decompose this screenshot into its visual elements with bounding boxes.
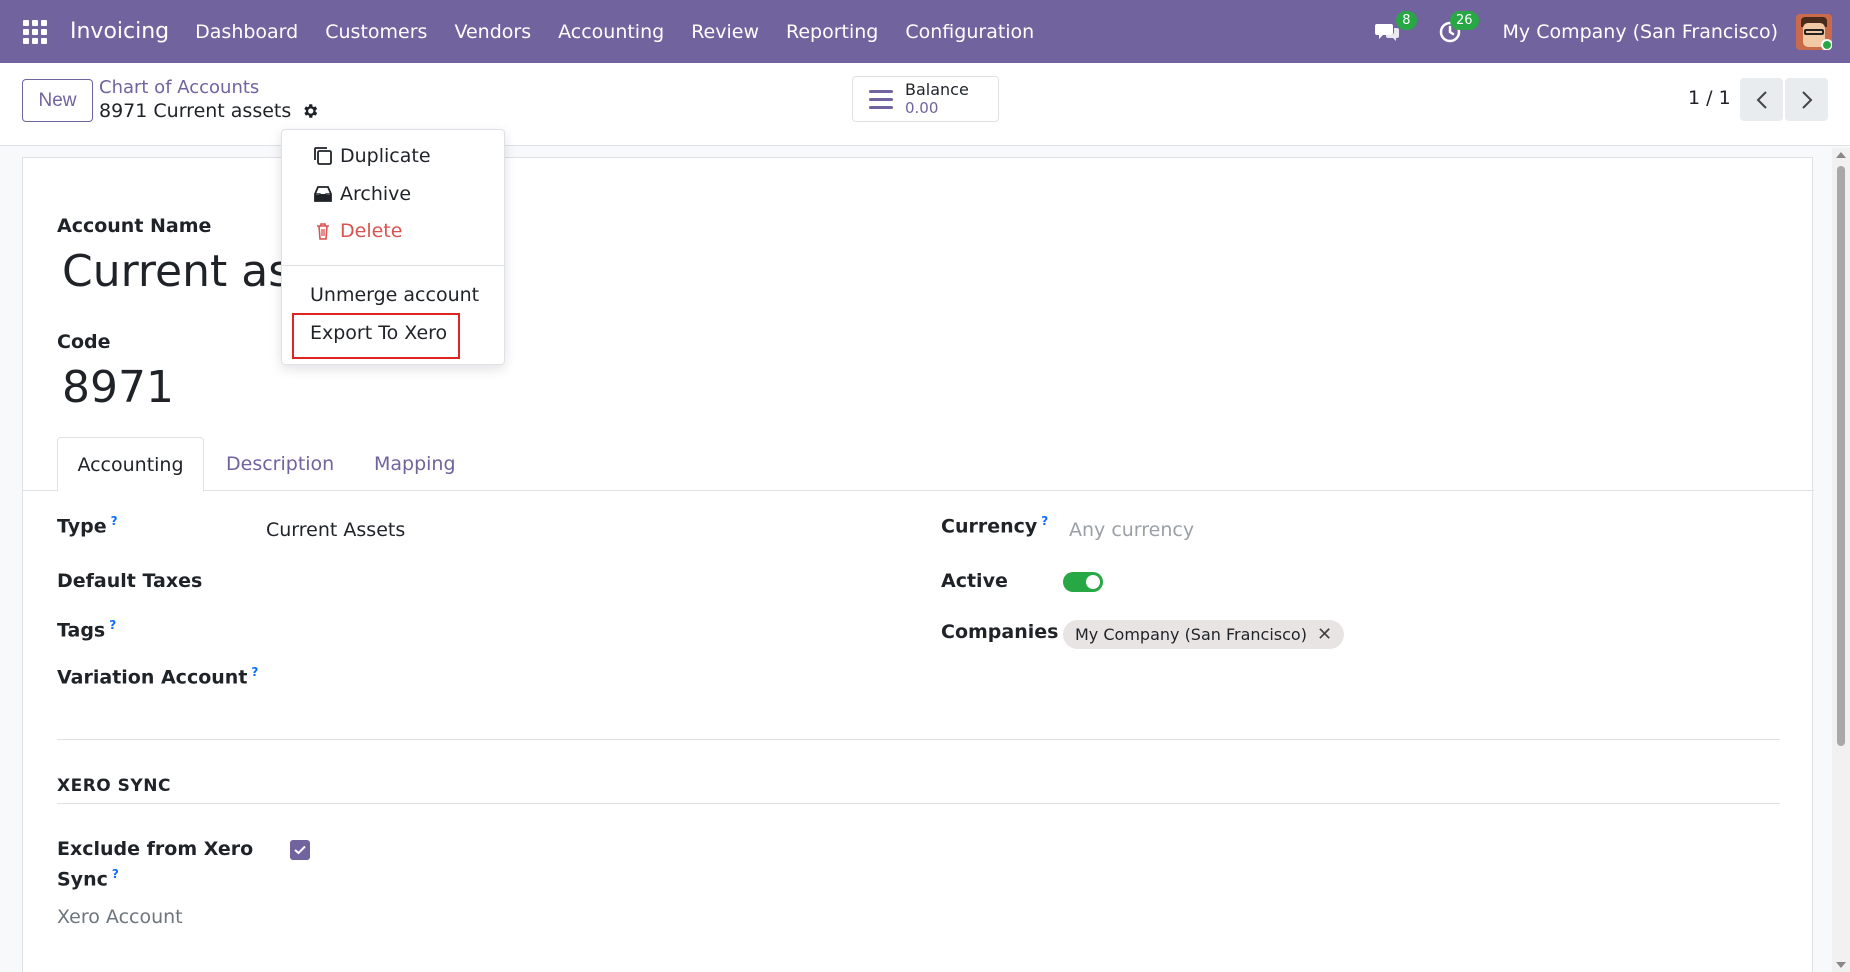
xero-sync-section-title: XERO SYNC bbox=[57, 776, 171, 796]
menu-customers[interactable]: Customers bbox=[325, 21, 427, 43]
checkmark-icon bbox=[294, 845, 306, 855]
companies-label: Companies bbox=[941, 621, 1059, 643]
code-input[interactable]: 8971 bbox=[62, 362, 174, 413]
variation-account-help-icon[interactable]: ? bbox=[251, 665, 258, 679]
exclude-xero-label-line2: Sync? bbox=[57, 867, 119, 891]
balance-label: Balance bbox=[905, 80, 969, 99]
tab-description[interactable]: Description bbox=[226, 437, 334, 491]
type-select[interactable]: Current Assets bbox=[266, 519, 405, 541]
breadcrumb: Chart of Accounts 8971 Current assets bbox=[99, 77, 319, 123]
tags-label: Tags? bbox=[57, 618, 117, 642]
balance-smart-button[interactable]: Balance 0.00 bbox=[852, 76, 999, 122]
remove-tag-icon[interactable]: ✕ bbox=[1317, 624, 1332, 645]
account-name-input[interactable]: Current ass bbox=[62, 246, 314, 297]
company-switcher[interactable]: My Company (San Francisco) bbox=[1503, 21, 1778, 43]
copy-icon bbox=[314, 147, 332, 165]
form-tabs: Accounting Description Mapping bbox=[23, 437, 1814, 492]
scrollbar-thumb[interactable] bbox=[1837, 166, 1845, 746]
currency-label: Currency? bbox=[941, 514, 1049, 538]
balance-value: 0.00 bbox=[905, 99, 939, 117]
duplicate-label: Duplicate bbox=[340, 145, 431, 167]
account-name-label: Account Name bbox=[57, 215, 212, 237]
menu-dashboard[interactable]: Dashboard bbox=[195, 21, 298, 43]
exclude-xero-checkbox[interactable] bbox=[290, 840, 310, 860]
export-highlight-box bbox=[292, 313, 460, 359]
scroll-up-arrow-icon[interactable] bbox=[1836, 152, 1846, 158]
pager-value[interactable]: 1 / 1 bbox=[1688, 87, 1731, 109]
active-toggle[interactable] bbox=[1063, 572, 1103, 592]
type-help-icon[interactable]: ? bbox=[111, 514, 118, 528]
gear-icon[interactable] bbox=[301, 102, 319, 120]
divider bbox=[57, 739, 1780, 740]
divider bbox=[57, 803, 1780, 804]
archive-icon bbox=[314, 186, 332, 202]
list-icon bbox=[869, 89, 893, 109]
menu-accounting[interactable]: Accounting bbox=[558, 21, 664, 43]
menu-review[interactable]: Review bbox=[691, 21, 759, 43]
dropdown-divider bbox=[282, 265, 504, 266]
tab-accounting[interactable]: Accounting bbox=[57, 437, 204, 492]
menu-configuration[interactable]: Configuration bbox=[905, 21, 1034, 43]
company-tag: My Company (San Francisco) ✕ bbox=[1063, 620, 1345, 649]
activities-button[interactable]: 26 bbox=[1435, 10, 1479, 47]
messages-badge: 8 bbox=[1396, 10, 1417, 30]
duplicate-menu-item[interactable]: Duplicate bbox=[312, 145, 431, 167]
active-label: Active bbox=[941, 570, 1008, 592]
control-panel: New Chart of Accounts 8971 Current asset… bbox=[0, 63, 1850, 146]
page-scrollbar[interactable] bbox=[1832, 148, 1850, 972]
messages-button[interactable]: 8 bbox=[1373, 10, 1417, 47]
apps-menu-icon[interactable] bbox=[0, 0, 70, 63]
app-name[interactable]: Invoicing bbox=[70, 19, 169, 44]
currency-input[interactable]: Any currency bbox=[1069, 519, 1194, 541]
code-label: Code bbox=[57, 331, 111, 353]
breadcrumb-chart-of-accounts[interactable]: Chart of Accounts bbox=[99, 77, 319, 99]
archive-label: Archive bbox=[340, 183, 412, 205]
breadcrumb-current-record: 8971 Current assets bbox=[99, 99, 319, 123]
chevron-right-icon bbox=[1801, 90, 1812, 109]
activities-badge: 26 bbox=[1449, 10, 1479, 30]
breadcrumb-current-label: 8971 Current assets bbox=[99, 100, 292, 122]
variation-account-label: Variation Account? bbox=[57, 665, 259, 689]
tab-mapping[interactable]: Mapping bbox=[374, 437, 456, 491]
exclude-xero-label-line1: Exclude from Xero bbox=[57, 838, 254, 860]
pager-previous-button[interactable] bbox=[1740, 78, 1783, 121]
xero-account-label: Xero Account bbox=[57, 906, 183, 928]
menu-vendors[interactable]: Vendors bbox=[454, 21, 531, 43]
trash-icon bbox=[317, 223, 329, 240]
online-status-icon bbox=[1821, 38, 1832, 50]
type-label: Type? bbox=[57, 514, 118, 538]
user-avatar[interactable] bbox=[1796, 13, 1832, 50]
actions-dropdown: Duplicate Archive Delete Unmerge account… bbox=[281, 129, 505, 365]
menu-reporting[interactable]: Reporting bbox=[786, 21, 878, 43]
unmerge-account-menu-item[interactable]: Unmerge account bbox=[310, 284, 479, 306]
new-button[interactable]: New bbox=[22, 79, 93, 122]
scroll-down-arrow-icon[interactable] bbox=[1836, 962, 1846, 968]
exclude-xero-help-icon[interactable]: ? bbox=[112, 867, 119, 881]
delete-label: Delete bbox=[340, 220, 403, 242]
top-navbar: Invoicing Dashboard Customers Vendors Ac… bbox=[0, 0, 1850, 63]
company-tag-label: My Company (San Francisco) bbox=[1075, 625, 1307, 644]
currency-help-icon[interactable]: ? bbox=[1041, 514, 1048, 528]
archive-menu-item[interactable]: Archive bbox=[312, 183, 411, 205]
pager-next-button[interactable] bbox=[1785, 78, 1828, 121]
delete-menu-item[interactable]: Delete bbox=[312, 220, 402, 242]
chevron-left-icon bbox=[1756, 90, 1767, 109]
default-taxes-label: Default Taxes bbox=[57, 570, 203, 592]
tags-help-icon[interactable]: ? bbox=[109, 618, 116, 632]
